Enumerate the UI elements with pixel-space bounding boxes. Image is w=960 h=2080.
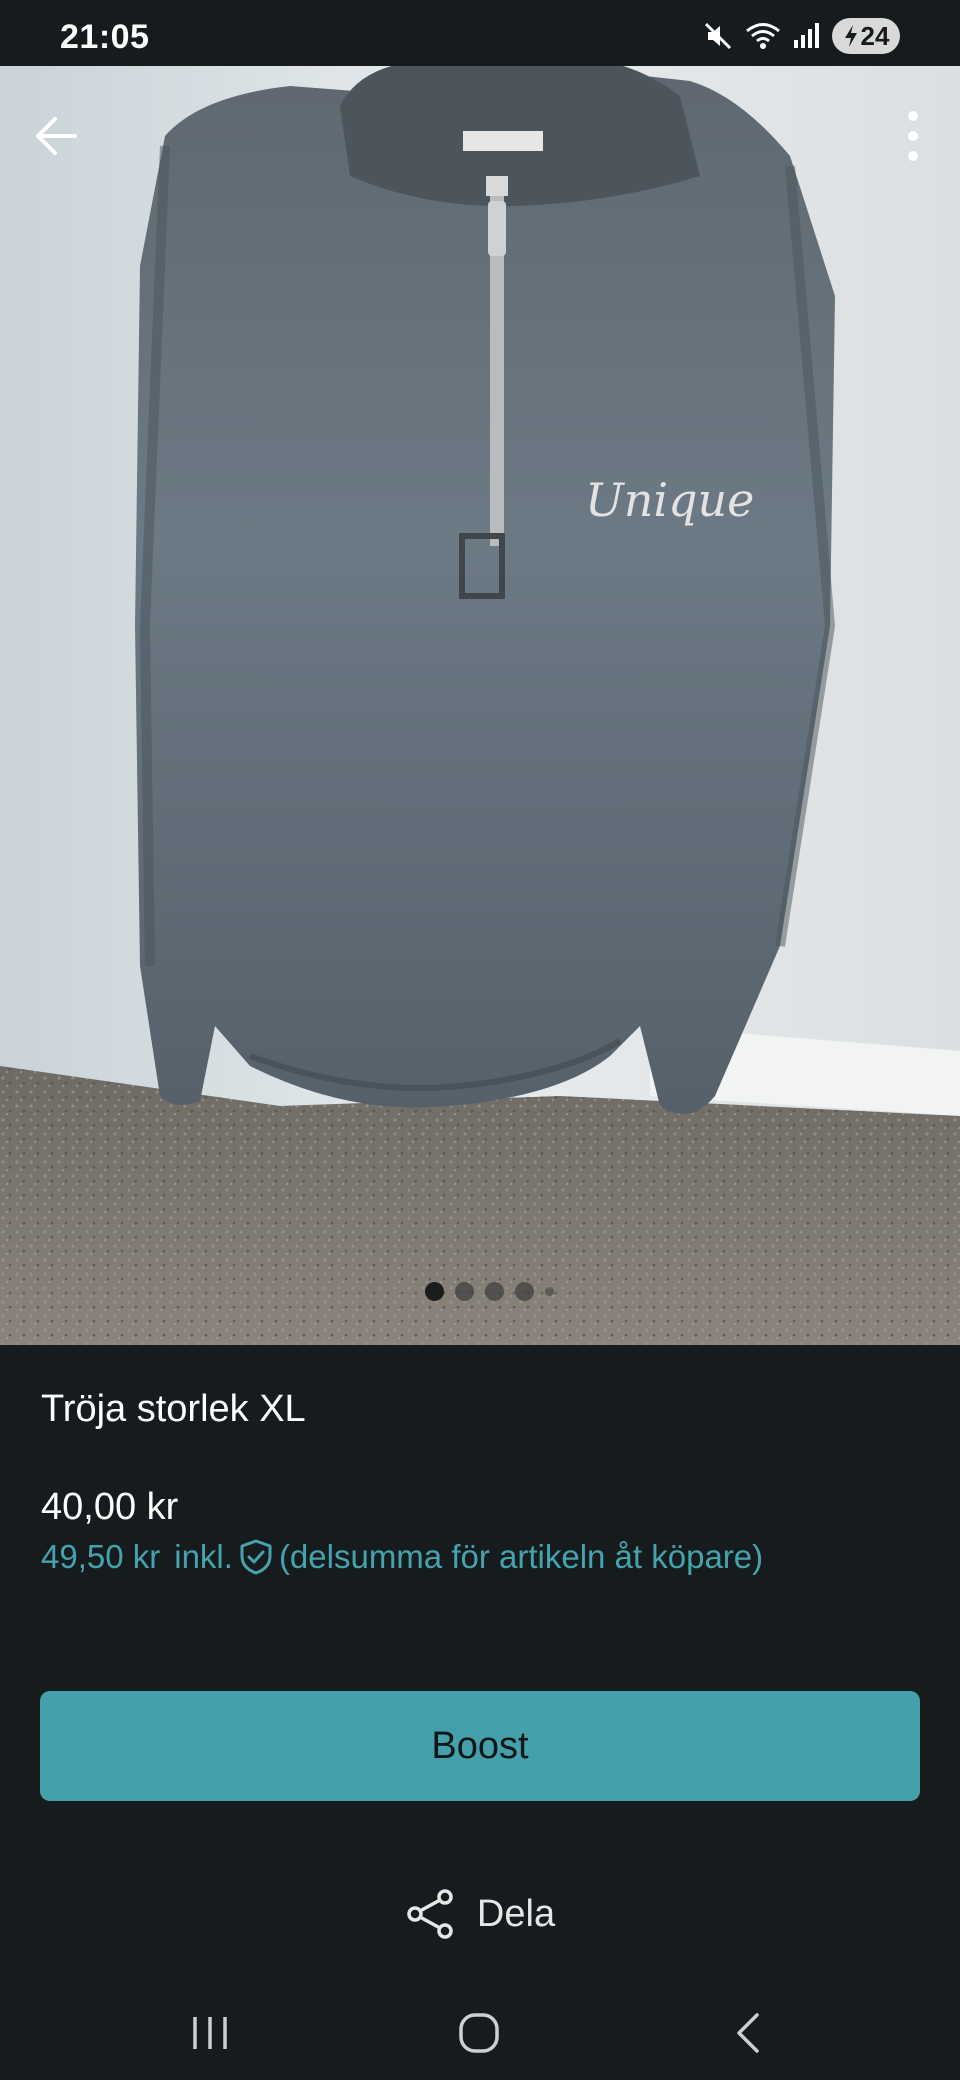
battery-saver-icon (844, 25, 857, 47)
incl-note: (delsumma för artikeln åt köpare) (278, 1538, 764, 1575)
buyer-price-info[interactable]: 49,50 kr inkl. (delsumma för artikeln åt… (41, 1538, 763, 1576)
more-options-button[interactable] (888, 106, 938, 166)
shield-check-icon (240, 1539, 272, 1575)
item-price: 40,00 kr (41, 1486, 179, 1528)
home-button[interactable] (444, 1998, 514, 2068)
recent-apps-icon (193, 2017, 227, 2049)
recent-apps-button[interactable] (175, 1998, 245, 2068)
carousel-dot[interactable] (454, 1282, 474, 1301)
wifi-icon (746, 23, 780, 49)
carousel-dot[interactable] (514, 1282, 534, 1301)
more-vertical-icon (908, 111, 918, 161)
carousel-dot-active[interactable] (424, 1282, 444, 1301)
item-photo-carousel[interactable]: Unique (0, 66, 960, 1345)
home-icon (459, 2013, 499, 2053)
chevron-left-icon (737, 2013, 759, 2053)
system-navigation-bar (0, 1986, 960, 2080)
incl-label: inkl. (174, 1538, 233, 1575)
back-button[interactable] (26, 106, 86, 166)
carousel-indicator (0, 1282, 960, 1301)
item-title: Tröja storlek XL (41, 1388, 306, 1430)
share-button[interactable]: Dela (0, 1888, 960, 1940)
signal-icon (794, 23, 819, 48)
mute-icon (704, 22, 732, 50)
system-back-button[interactable] (713, 1998, 783, 2068)
battery-indicator: 24 (832, 18, 900, 54)
buyer-price: 49,50 kr (41, 1538, 161, 1575)
boost-button[interactable]: Boost (40, 1691, 920, 1801)
status-time: 21:05 (60, 18, 150, 56)
carousel-dot[interactable] (484, 1282, 504, 1301)
share-icon (407, 1889, 453, 1939)
share-label: Dela (476, 1892, 556, 1935)
status-icons: 24 (702, 16, 900, 56)
status-bar: 21:05 24 (0, 0, 960, 66)
carousel-dot[interactable] (544, 1287, 554, 1296)
arrow-left-icon (36, 117, 77, 155)
item-photo: Unique (0, 66, 960, 1345)
svg-text:Unique: Unique (585, 473, 754, 527)
item-screen: 21:05 24 Unique Tröja storlek XL 40,00 k… (0, 0, 960, 2080)
battery-level: 24 (860, 20, 890, 51)
